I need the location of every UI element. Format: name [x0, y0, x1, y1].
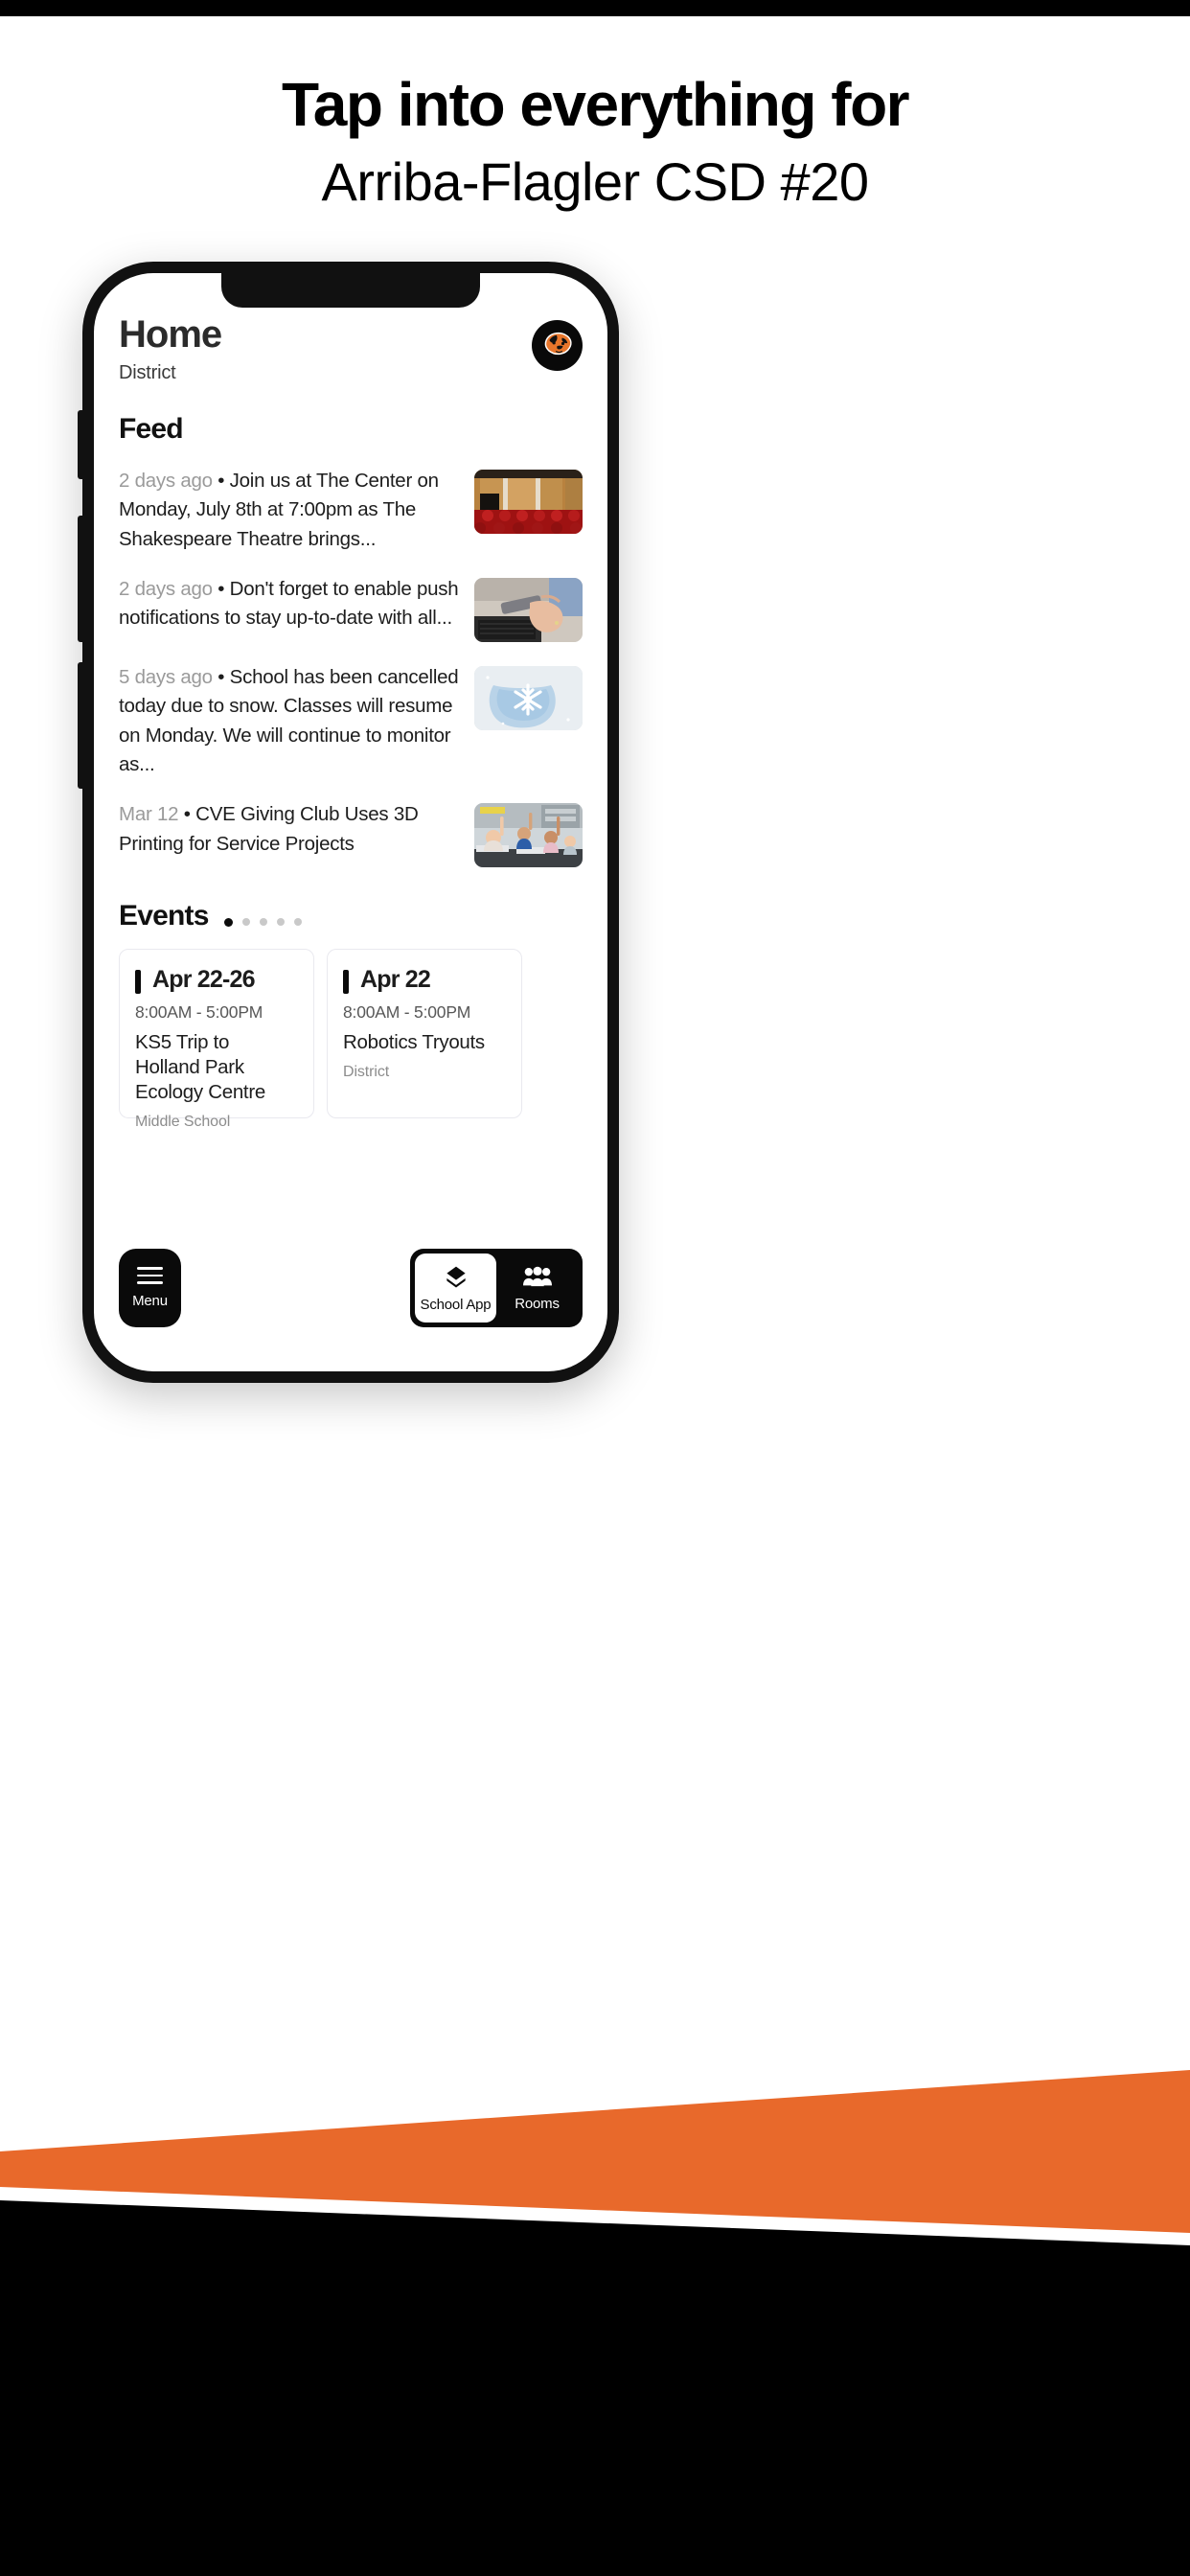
events-header-row: Events	[119, 900, 583, 932]
feed-item-timestamp: 2 days ago	[119, 577, 213, 600]
pagination-dot-4[interactable]	[276, 918, 285, 927]
event-name: Robotics Tryouts	[343, 1031, 485, 1054]
phone-volume-down-button	[78, 662, 84, 789]
event-accent-bar	[343, 970, 349, 995]
event-date: Apr 22	[360, 966, 431, 994]
phone-mockup: Home District Feed 2 days ago • Join us …	[78, 262, 619, 1383]
tab-school-app[interactable]: School App	[415, 1254, 496, 1322]
tab-rooms-label: Rooms	[515, 1295, 560, 1312]
tab-rooms[interactable]: Rooms	[496, 1254, 578, 1322]
feed-item-text: 2 days ago • Don't forget to enable push…	[119, 575, 461, 633]
classroom-students-thumbnail[interactable]	[474, 803, 583, 868]
phone-volume-up-button	[78, 516, 84, 642]
feed-item[interactable]: 2 days ago • Don't forget to enable push…	[119, 575, 583, 642]
event-accent-bar	[135, 970, 141, 995]
feed-item-bullet: •	[217, 470, 225, 492]
page-subtitle: District	[119, 362, 176, 383]
feed-item-bullet: •	[217, 577, 225, 600]
hands-phone-laptop-thumbnail[interactable]	[474, 577, 583, 642]
page-heading-block: Home District	[119, 313, 222, 384]
layers-stack-icon	[446, 1266, 466, 1287]
feed-item-timestamp: 2 days ago	[119, 470, 213, 492]
feed-item-text: 5 days ago • School has been cancelled t…	[119, 663, 461, 779]
events-heading: Events	[119, 900, 209, 932]
page-title: Home	[119, 313, 222, 356]
pagination-dot-5[interactable]	[293, 918, 302, 927]
black-stripe	[0, 2200, 1190, 2576]
feed-item[interactable]: 2 days ago • Join us at The Center on Mo…	[119, 467, 583, 554]
headline-line-1: Tap into everything for	[281, 70, 910, 139]
phone-screen: Home District Feed 2 days ago • Join us …	[94, 273, 607, 1371]
event-date: Apr 22-26	[152, 966, 256, 994]
phone-notch	[221, 273, 480, 308]
event-scope: District	[343, 1064, 390, 1081]
headline-line-2: Arriba-Flagler CSD #20	[321, 151, 869, 213]
pagination-dot-3[interactable]	[259, 918, 267, 927]
event-name: KS5 Trip to Holland Park Ecology Centre	[135, 1031, 265, 1104]
feed-item-timestamp: 5 days ago	[119, 665, 213, 688]
events-carousel[interactable]: Apr 22-26 8:00AM - 5:00PM KS5 Trip to Ho…	[119, 949, 583, 1130]
phone-silent-switch	[78, 410, 84, 479]
feed-item-timestamp: Mar 12	[119, 803, 179, 826]
panther-mascot-glyph	[544, 332, 572, 356]
feed-item-text: Mar 12 • CVE Giving Club Uses 3D Printin…	[119, 800, 461, 859]
event-card[interactable]: Apr 22-26 8:00AM - 5:00PM KS5 Trip to Ho…	[119, 949, 314, 1130]
snowflake-mittens-image	[474, 665, 583, 730]
pagination-dot-2[interactable]	[241, 918, 250, 927]
feed-item[interactable]: Mar 12 • CVE Giving Club Uses 3D Printin…	[119, 800, 583, 868]
top-black-bar	[0, 0, 1190, 16]
nav-tab-pill: School App Rooms	[410, 1249, 583, 1327]
event-time: 8:00AM - 5:00PM	[135, 1002, 263, 1023]
app-header: Home District	[119, 315, 583, 384]
event-time: 8:00AM - 5:00PM	[343, 1002, 471, 1023]
menu-button[interactable]: Menu	[119, 1249, 181, 1327]
event-card[interactable]: Apr 22 8:00AM - 5:00PM Robotics Tryouts …	[327, 949, 522, 1119]
panther-mascot-icon[interactable]	[532, 320, 583, 371]
menu-button-label: Menu	[132, 1292, 168, 1309]
events-pagination-dots[interactable]	[223, 917, 302, 927]
feed-heading: Feed	[119, 413, 184, 445]
people-group-icon	[522, 1266, 552, 1286]
classroom-students-image	[474, 803, 583, 868]
event-scope: Middle School	[135, 1114, 231, 1131]
stripes-svg	[0, 2070, 1190, 2576]
promo-headline: Tap into everything for Arriba-Flagler C…	[0, 70, 1190, 214]
bottom-navigation: Menu School App Rooms	[94, 1249, 607, 1327]
hamburger-menu-icon	[137, 1267, 163, 1284]
pagination-dot-1[interactable]	[223, 917, 233, 927]
feed-item-bullet: •	[217, 665, 225, 688]
hands-phone-image	[474, 577, 583, 642]
theater-seats-image	[474, 470, 583, 534]
feed-item-text: 2 days ago • Join us at The Center on Mo…	[119, 467, 461, 554]
theater-seats-thumbnail[interactable]	[474, 470, 583, 534]
app-content: Home District Feed 2 days ago • Join us …	[94, 273, 607, 1371]
snowflake-mittens-thumbnail[interactable]	[474, 665, 583, 730]
background-stripes-decoration	[0, 2012, 1190, 2576]
feed-item-bullet: •	[183, 803, 191, 826]
feed-item[interactable]: 5 days ago • School has been cancelled t…	[119, 663, 583, 779]
tab-school-app-label: School App	[420, 1296, 492, 1313]
